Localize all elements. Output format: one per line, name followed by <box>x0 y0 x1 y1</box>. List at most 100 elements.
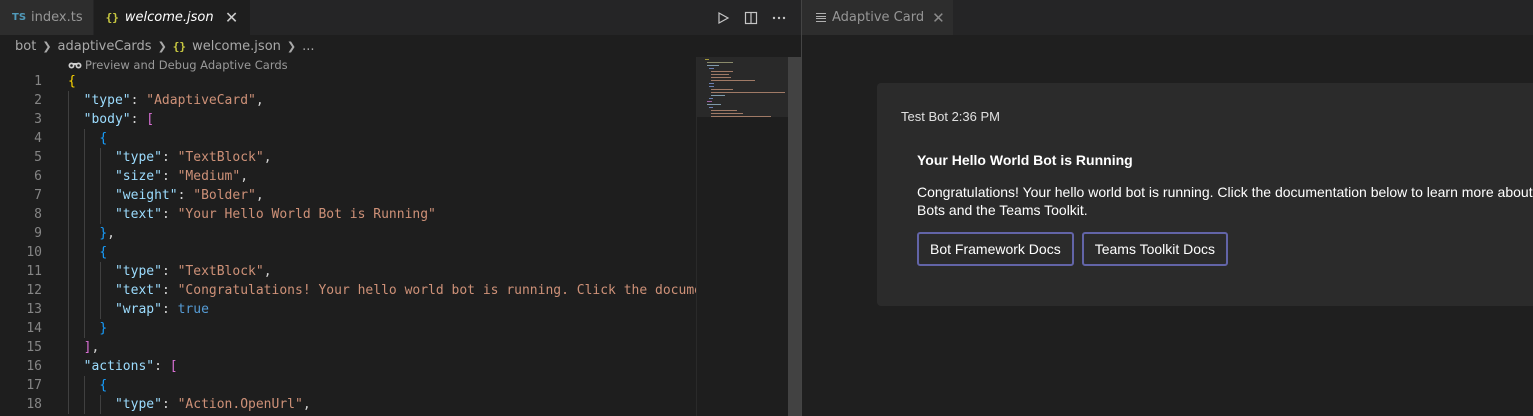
adaptive-card: Test Bot 2:36 PM Your Hello World Bot is… <box>877 83 1533 306</box>
json-key: "size" <box>114 169 162 184</box>
card-title: Your Hello World Bot is Running <box>917 152 1133 168</box>
card-body-text: Congratulations! Your hello world bot is… <box>917 184 1533 218</box>
preview-doc-icon <box>816 13 826 22</box>
line-number: 10 <box>26 245 42 260</box>
message-sender: Test Bot 2:36 PM <box>901 109 1000 124</box>
code-line: 17 { <box>0 376 696 395</box>
close-icon[interactable]: ✕ <box>224 8 240 27</box>
json-file-icon: {} <box>105 11 119 24</box>
code-editor[interactable]: 1{ 2 "type": "AdaptiveCard", 3 "body": [… <box>0 72 696 416</box>
preview-tabbar: Adaptive Card ✕ <box>802 0 1533 35</box>
line-number: 18 <box>26 397 42 412</box>
breadcrumb: bot ❯ adaptiveCards ❯ {} welcome.json ❯ … <box>0 35 801 57</box>
code-line: 6 "size": "Medium", <box>0 167 696 186</box>
code-line: 10 { <box>0 243 696 262</box>
split-editor-icon[interactable] <box>741 8 761 28</box>
json-string: "AdaptiveCard" <box>146 93 256 108</box>
line-number: 4 <box>34 131 42 146</box>
line-number: 15 <box>26 340 42 355</box>
run-icon[interactable] <box>713 8 733 28</box>
more-actions-icon[interactable] <box>769 8 789 28</box>
tab-label: welcome.json <box>124 10 214 25</box>
json-key: "text" <box>114 207 162 222</box>
line-number: 2 <box>34 93 42 108</box>
code-line: 14 } <box>0 319 696 338</box>
json-string: "TextBlock" <box>177 264 264 279</box>
json-string: "Action.OpenUrl" <box>177 397 303 412</box>
breadcrumb-item-bot[interactable]: bot <box>15 39 36 54</box>
chevron-right-icon: ❯ <box>42 39 52 53</box>
tabbar-spacer <box>251 0 713 35</box>
code-line: 13 "wrap": true <box>0 300 696 319</box>
teams-toolkit-docs-button[interactable]: Teams Toolkit Docs <box>1081 232 1229 266</box>
chevron-right-icon: ❯ <box>157 39 167 53</box>
line-number: 13 <box>26 302 42 317</box>
json-string: "Medium" <box>177 169 241 184</box>
tab-label: Adaptive Card <box>832 10 925 25</box>
line-number: 7 <box>34 188 42 203</box>
line-number: 12 <box>26 283 42 298</box>
code-line: 16 "actions": [ <box>0 357 696 376</box>
breadcrumb-item-file[interactable]: {} welcome.json <box>173 39 281 54</box>
code-line: 2 "type": "AdaptiveCard", <box>0 91 696 110</box>
json-key: "type" <box>83 93 131 108</box>
breadcrumb-file-label: welcome.json <box>192 38 281 54</box>
json-key: "type" <box>114 150 162 165</box>
breadcrumb-item-adaptivecards[interactable]: adaptiveCards <box>58 39 152 54</box>
tab-welcome-json[interactable]: {} welcome.json ✕ <box>93 0 251 35</box>
vertical-scrollbar[interactable] <box>788 57 801 416</box>
chevron-right-icon: ❯ <box>286 39 297 53</box>
line-number: 8 <box>34 207 42 222</box>
code-line: 12 "text": "Congratulations! Your hello … <box>0 281 696 300</box>
editor-actions <box>713 0 801 35</box>
line-number: 3 <box>34 112 42 127</box>
line-number: 14 <box>26 321 42 336</box>
json-key: "wrap" <box>114 302 162 317</box>
scrollbar-thumb[interactable] <box>788 57 801 416</box>
typescript-file-icon: TS <box>12 12 27 23</box>
adaptive-card-preview-group: Adaptive Card ✕ Test Bot 2:36 PM Your He… <box>802 0 1533 416</box>
json-key: "actions" <box>83 359 155 374</box>
card-actions: Bot Framework Docs Teams Toolkit Docs <box>917 232 1229 266</box>
json-file-icon: {} <box>172 39 187 53</box>
json-key: "weight" <box>114 188 178 203</box>
tab-index-ts[interactable]: TS index.ts <box>0 0 94 35</box>
codelens-preview[interactable]: Preview and Debug Adaptive Cards <box>68 57 288 73</box>
line-number: 16 <box>26 359 42 374</box>
line-number: 1 <box>34 74 42 89</box>
json-key: "body" <box>83 112 131 127</box>
code-line: 3 "body": [ <box>0 110 696 129</box>
json-key: "type" <box>114 397 162 412</box>
tab-label: index.ts <box>31 10 83 25</box>
line-number: 6 <box>34 169 42 184</box>
json-string: "TextBlock" <box>177 150 264 165</box>
breadcrumb-item-symbol[interactable]: ... <box>302 39 314 54</box>
json-boolean: true <box>177 302 209 317</box>
line-number: 5 <box>34 150 42 165</box>
json-string: "Bolder" <box>193 188 256 203</box>
code-line: 4 { <box>0 129 696 148</box>
code-line: 5 "type": "TextBlock", <box>0 148 696 167</box>
code-line: 11 "type": "TextBlock", <box>0 262 696 281</box>
code-line: 8 "text": "Your Hello World Bot is Runni… <box>0 205 696 224</box>
bot-framework-docs-button[interactable]: Bot Framework Docs <box>917 232 1074 266</box>
tab-adaptive-card[interactable]: Adaptive Card ✕ <box>802 0 953 35</box>
code-line: 7 "weight": "Bolder", <box>0 186 696 205</box>
json-key: "type" <box>114 264 162 279</box>
editor-group: TS index.ts {} welcome.json ✕ bot ❯ adap… <box>0 0 801 416</box>
json-string: "Congratulations! Your hello world bot i… <box>177 283 696 298</box>
json-string: "Your Hello World Bot is Running" <box>177 207 436 222</box>
minimap[interactable] <box>696 57 789 416</box>
line-number: 11 <box>26 264 42 279</box>
binoculars-icon <box>68 62 82 69</box>
editor-tabbar: TS index.ts {} welcome.json ✕ <box>0 0 801 35</box>
code-line: 15 ], <box>0 338 696 357</box>
code-line: 18 "type": "Action.OpenUrl", <box>0 395 696 414</box>
close-icon[interactable]: ✕ <box>932 9 945 27</box>
line-number: 17 <box>26 378 42 393</box>
json-key: "text" <box>114 283 162 298</box>
code-line: 9 }, <box>0 224 696 243</box>
code-line: 1{ <box>0 72 696 91</box>
line-number: 9 <box>34 226 42 241</box>
minimap-slider[interactable] <box>697 57 789 117</box>
